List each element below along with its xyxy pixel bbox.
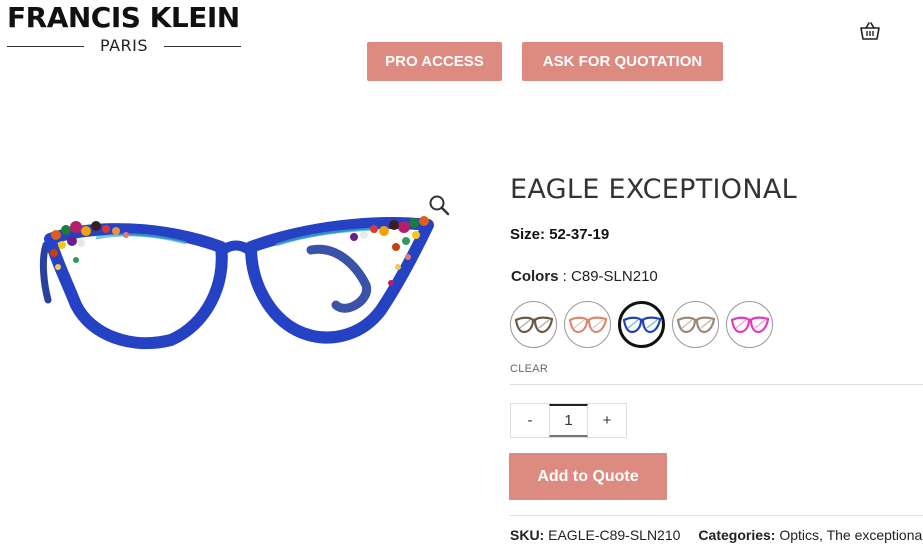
selected-color-value: C89-SLN210 — [571, 268, 658, 285]
size-label: Size: — [510, 226, 546, 243]
category-link-exceptional[interactable]: The exceptional — [827, 527, 923, 543]
quantity-stepper: - + — [510, 403, 627, 438]
category-link-optics[interactable]: Optics — [779, 527, 819, 543]
pro-access-button[interactable]: PRO ACCESS — [367, 42, 502, 81]
zoom-icon[interactable] — [428, 194, 450, 216]
divider — [510, 515, 923, 516]
color-swatch-tortoise-brown[interactable] — [510, 301, 557, 348]
colors-row: Colors : C89-SLN210 — [511, 268, 658, 285]
divider — [510, 384, 923, 385]
color-swatch-magenta[interactable] — [726, 301, 773, 348]
add-to-quote-button[interactable]: Add to Quote — [509, 453, 667, 500]
product-image[interactable] — [36, 205, 436, 365]
quantity-decrease-button[interactable]: - — [511, 404, 549, 437]
product-meta: SKU: EAGLE-C89-SLN210 Categories: Optics,… — [510, 527, 923, 543]
clear-selection-link[interactable]: CLEAR — [510, 363, 548, 375]
logo-main-text: FRANCIS KLEIN — [7, 1, 240, 34]
colors-separator: : — [558, 268, 572, 285]
size-row: Size: 52-37-19 — [510, 226, 609, 243]
logo-divider-right — [164, 45, 241, 47]
color-swatches — [510, 301, 773, 348]
ask-for-quotation-button[interactable]: ASK FOR QUOTATION — [522, 42, 723, 81]
logo-sub-text: PARIS — [99, 36, 149, 55]
colors-label: Colors — [511, 268, 559, 285]
size-value: 52-37-19 — [549, 226, 610, 243]
categories-label: Categories: — [698, 527, 776, 543]
logo-divider-left — [7, 45, 84, 47]
color-swatch-grey-taupe[interactable] — [672, 301, 719, 348]
brand-logo[interactable]: FRANCIS KLEIN PARIS — [7, 4, 241, 54]
logo-sub-row: PARIS — [7, 38, 241, 54]
quantity-input[interactable] — [549, 404, 588, 437]
color-swatch-blue-crystal[interactable] — [618, 301, 665, 348]
sku-label: SKU: — [510, 527, 545, 543]
sku-value: EAGLE-C89-SLN210 — [548, 527, 681, 543]
color-swatch-coral-pink[interactable] — [564, 301, 611, 348]
quantity-increase-button[interactable]: + — [588, 404, 626, 437]
product-title: EAGLE EXCEPTIONAL — [510, 174, 797, 205]
basket-icon[interactable] — [859, 22, 881, 42]
